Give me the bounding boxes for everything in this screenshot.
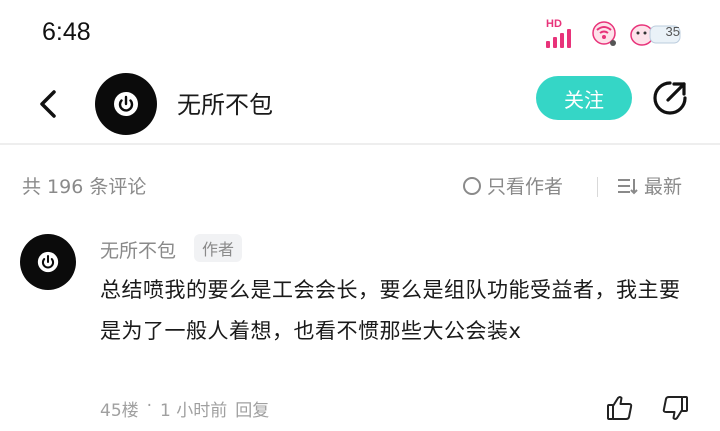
meta-separator: · bbox=[146, 396, 153, 416]
status-bar: 6:48 HD 35 bbox=[0, 0, 720, 70]
comment-meta: 45楼 · 1 小时前 回复 bbox=[100, 396, 269, 421]
avatar[interactable] bbox=[95, 73, 157, 135]
wifi-sticker-icon bbox=[592, 21, 616, 46]
page-title: 无所不包 bbox=[177, 91, 273, 119]
power-icon bbox=[37, 251, 59, 273]
status-icons: HD 35 bbox=[546, 16, 684, 52]
sort-latest-button[interactable]: 最新 bbox=[616, 172, 682, 199]
signal-icon: HD bbox=[546, 18, 582, 50]
battery-icon: 35 bbox=[628, 19, 684, 49]
comment-filter-bar: 共 196 条评论 只看作者 最新 bbox=[0, 168, 720, 204]
power-icon bbox=[114, 92, 138, 116]
comment-body: 总结喷我的要么是工会会长，要么是组队功能受益者，我主要是为了一般人着想，也看不惯… bbox=[100, 278, 681, 343]
author-only-toggle[interactable]: 只看作者 bbox=[463, 172, 563, 199]
comment-count: 共 196 条评论 bbox=[22, 176, 147, 198]
status-time: 6:48 bbox=[42, 18, 91, 46]
vertical-divider bbox=[597, 177, 598, 197]
share-icon bbox=[653, 81, 687, 115]
thumbs-down-icon bbox=[662, 396, 688, 420]
comment-time: 1 小时前 bbox=[160, 401, 228, 421]
share-button[interactable] bbox=[650, 78, 690, 118]
battery-level: 35 bbox=[665, 24, 680, 39]
like-button[interactable] bbox=[605, 393, 635, 423]
author-only-label: 只看作者 bbox=[487, 176, 564, 198]
divider bbox=[0, 143, 720, 145]
commenter-avatar[interactable] bbox=[20, 234, 76, 290]
author-badge: 作者 bbox=[194, 234, 243, 262]
reply-button[interactable]: 回复 bbox=[235, 396, 269, 421]
comment-floor: 45楼 bbox=[100, 401, 139, 421]
chevron-left-icon bbox=[40, 90, 56, 118]
back-button[interactable] bbox=[34, 84, 64, 124]
follow-button[interactable]: 关注 bbox=[536, 76, 632, 120]
comment-author-name[interactable]: 无所不包 bbox=[100, 236, 176, 263]
sort-icon bbox=[618, 178, 638, 194]
radio-icon bbox=[463, 176, 481, 195]
thumbs-up-icon bbox=[607, 396, 633, 420]
comment-item: 无所不包 作者 总结喷我的要么是工会会长，要么是组队功能受益者，我主要是为了一般… bbox=[0, 230, 720, 430]
dislike-button[interactable] bbox=[660, 393, 690, 423]
nav-bar: 无所不包 关注 bbox=[0, 70, 720, 140]
sort-label: 最新 bbox=[644, 176, 683, 198]
